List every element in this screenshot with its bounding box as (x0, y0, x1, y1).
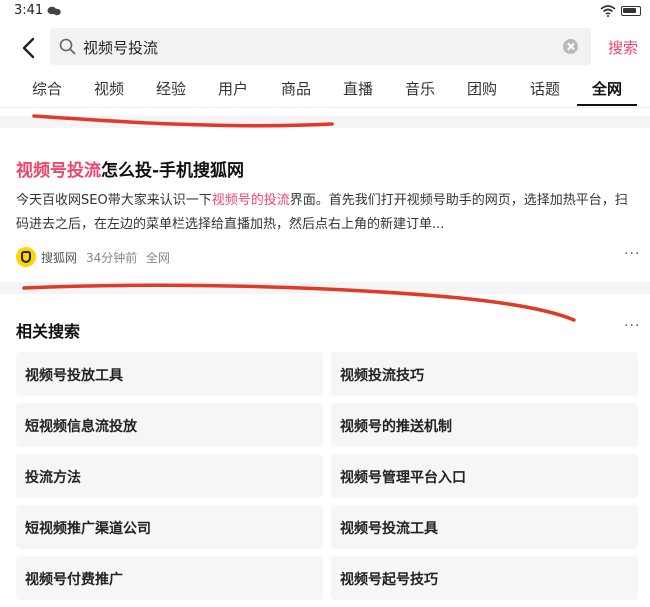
related-item[interactable]: 视频号起号技巧 (331, 556, 638, 600)
result-title-rest: 怎么投-手机搜狐网 (101, 161, 245, 181)
search-result-card[interactable]: 视频号投流怎么投-手机搜狐网 今天百收网SEO带大家来认识一下视频号的投流界面。… (0, 128, 650, 280)
related-more-button[interactable]: ··· (624, 318, 640, 334)
section-gap (0, 282, 650, 294)
related-item-label: 视频号管理平台入口 (340, 470, 466, 486)
status-bar: 3:41 (0, 0, 650, 24)
snippet-highlight: 视频号的投流 (211, 193, 290, 208)
tab-video[interactable]: 视频 (94, 78, 124, 99)
related-item-label: 短视频信息流投放 (25, 419, 137, 435)
sohu-logo-icon (16, 247, 36, 267)
result-title-highlight: 视频号投流 (16, 161, 101, 181)
chat-icon (47, 6, 61, 16)
tab-live[interactable]: 直播 (343, 78, 373, 99)
result-title[interactable]: 视频号投流怎么投-手机搜狐网 (16, 156, 244, 181)
related-item[interactable]: 视频号管理平台入口 (331, 454, 638, 498)
search-icon (59, 38, 76, 55)
tabs-divider (0, 107, 650, 108)
result-scope: 全网 (146, 251, 171, 265)
related-item[interactable]: 视频号的推送机制 (331, 403, 638, 447)
result-snippet: 今天百收网SEO带大家来认识一下视频号的投流界面。首先我们打开视频号助手的网页，… (16, 189, 636, 237)
related-item[interactable]: 视频号付费推广 (16, 556, 323, 600)
snippet-text-before: 今天百收网SEO带大家来认识一下 (16, 193, 212, 208)
related-item[interactable]: 投流方法 (16, 454, 323, 498)
related-title: 相关搜索 (16, 322, 81, 341)
related-item[interactable]: 短视频推广渠道公司 (16, 505, 323, 549)
section-gap (0, 116, 650, 128)
related-item[interactable]: 视频号投放工具 (16, 352, 323, 396)
related-item-label: 视频号的推送机制 (340, 419, 452, 435)
search-input[interactable]: 视频号投流 (50, 28, 591, 65)
tab-comprehensive[interactable]: 综合 (32, 78, 62, 99)
clear-icon[interactable] (563, 39, 578, 54)
wifi-icon (600, 5, 616, 17)
result-more-button[interactable]: ··· (624, 246, 640, 262)
tab-group-buy[interactable]: 团购 (467, 78, 497, 99)
tab-products[interactable]: 商品 (281, 78, 311, 99)
related-item-label: 视频号投流工具 (340, 521, 438, 537)
tab-music[interactable]: 音乐 (405, 78, 435, 99)
tab-web[interactable]: 全网 (592, 78, 622, 99)
category-tabs: 综合 视频 经验 用户 商品 直播 音乐 团购 话题 全网 (0, 68, 650, 108)
result-time: 34分钟前 (86, 251, 138, 265)
back-button[interactable] (14, 34, 42, 62)
related-item-label: 视频号起号技巧 (340, 572, 438, 588)
related-item-label: 短视频推广渠道公司 (25, 521, 151, 537)
related-item-label: 视频号投放工具 (25, 368, 123, 384)
tab-users[interactable]: 用户 (218, 78, 248, 99)
result-source: 搜狐网 (41, 251, 78, 265)
related-searches: 相关搜索 ··· 视频号投放工具 视频投流技巧 短视频信息流投放 视频号的推送机… (0, 296, 650, 607)
chevron-left-icon (22, 37, 35, 59)
active-tab-indicator (577, 104, 637, 106)
related-item[interactable]: 视频投流技巧 (331, 352, 638, 396)
battery-icon (621, 6, 641, 16)
search-query: 视频号投流 (83, 39, 159, 57)
related-item-label: 视频投流技巧 (340, 368, 424, 384)
related-item[interactable]: 视频号投流工具 (331, 505, 638, 549)
search-button[interactable]: 搜索 (608, 37, 638, 58)
related-item[interactable]: 短视频信息流投放 (16, 403, 323, 447)
status-time: 3:41 (14, 3, 44, 18)
related-item-label: 投流方法 (25, 470, 81, 486)
tab-topics[interactable]: 话题 (530, 78, 560, 99)
tab-experience[interactable]: 经验 (156, 78, 186, 99)
related-item-label: 视频号付费推广 (25, 572, 123, 588)
